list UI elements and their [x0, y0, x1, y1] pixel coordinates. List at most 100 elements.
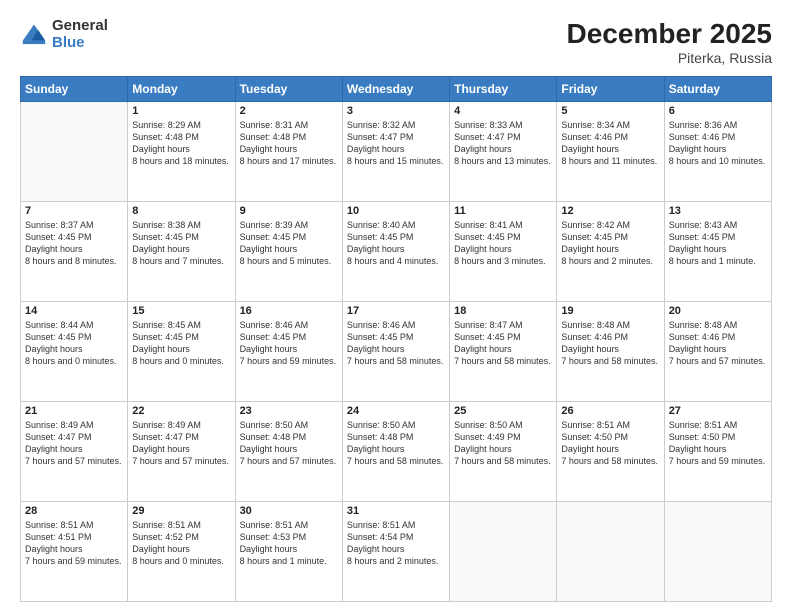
day-info: Sunrise: 8:47 AMSunset: 4:45 PMDaylight … — [454, 319, 552, 368]
day-info: Sunrise: 8:34 AMSunset: 4:46 PMDaylight … — [561, 119, 659, 168]
day-info: Sunrise: 8:51 AMSunset: 4:54 PMDaylight … — [347, 519, 445, 568]
calendar-cell: 25Sunrise: 8:50 AMSunset: 4:49 PMDayligh… — [450, 402, 557, 502]
day-info: Sunrise: 8:41 AMSunset: 4:45 PMDaylight … — [454, 219, 552, 268]
calendar-cell: 9 Sunrise: 8:39 AMSunset: 4:45 PMDaylight… — [235, 202, 342, 302]
day-info: Sunrise: 8:31 AMSunset: 4:48 PMDaylight … — [240, 119, 338, 168]
calendar-cell: 12Sunrise: 8:42 AMSunset: 4:45 PMDayligh… — [557, 202, 664, 302]
calendar-cell: 19Sunrise: 8:48 AMSunset: 4:46 PMDayligh… — [557, 302, 664, 402]
calendar-cell: 29 Sunrise: 8:51 AMSunset: 4:52 PMDayligh… — [128, 502, 235, 602]
logo-icon — [20, 21, 48, 49]
col-header-saturday: Saturday — [664, 77, 771, 102]
calendar-cell: 4 Sunrise: 8:33 AMSunset: 4:47 PMDaylight… — [450, 102, 557, 202]
calendar-cell: 26 Sunrise: 8:51 AMSunset: 4:50 PMDayligh… — [557, 402, 664, 502]
calendar-cell — [664, 502, 771, 602]
day-info: Sunrise: 8:51 AMSunset: 4:53 PMDaylight … — [240, 519, 338, 568]
col-header-tuesday: Tuesday — [235, 77, 342, 102]
logo-general: General — [52, 18, 108, 35]
day-number: 15 — [132, 305, 230, 317]
day-number: 8 — [132, 205, 230, 217]
day-number: 11 — [454, 205, 552, 217]
day-number: 10 — [347, 205, 445, 217]
day-info: Sunrise: 8:37 AMSunset: 4:45 PMDaylight … — [25, 219, 123, 268]
calendar-cell — [450, 502, 557, 602]
calendar-cell: 23 Sunrise: 8:50 AMSunset: 4:48 PMDayligh… — [235, 402, 342, 502]
col-header-friday: Friday — [557, 77, 664, 102]
day-info: Sunrise: 8:49 AMSunset: 4:47 PMDaylight … — [132, 419, 230, 468]
day-number: 23 — [240, 405, 338, 417]
day-number: 2 — [240, 105, 338, 117]
day-info: Sunrise: 8:39 AMSunset: 4:45 PMDaylight … — [240, 219, 338, 268]
day-number: 7 — [25, 205, 123, 217]
calendar-header-row: SundayMondayTuesdayWednesdayThursdayFrid… — [21, 77, 772, 102]
calendar-cell: 20 Sunrise: 8:48 AMSunset: 4:46 PMDayligh… — [664, 302, 771, 402]
day-info: Sunrise: 8:44 AMSunset: 4:45 PMDaylight … — [25, 319, 123, 368]
day-number: 31 — [347, 505, 445, 517]
calendar-cell: 11 Sunrise: 8:41 AMSunset: 4:45 PMDayligh… — [450, 202, 557, 302]
day-number: 18 — [454, 305, 552, 317]
col-header-wednesday: Wednesday — [342, 77, 449, 102]
calendar-cell: 10 Sunrise: 8:40 AMSunset: 4:45 PMDayligh… — [342, 202, 449, 302]
day-number: 27 — [669, 405, 767, 417]
day-info: Sunrise: 8:51 AMSunset: 4:52 PMDaylight … — [132, 519, 230, 568]
day-number: 26 — [561, 405, 659, 417]
calendar-week-row: 21 Sunrise: 8:49 AMSunset: 4:47 PMDayligh… — [21, 402, 772, 502]
day-number: 12 — [561, 205, 659, 217]
calendar-cell: 27 Sunrise: 8:51 AMSunset: 4:50 PMDayligh… — [664, 402, 771, 502]
calendar-cell: 30 Sunrise: 8:51 AMSunset: 4:53 PMDayligh… — [235, 502, 342, 602]
day-info: Sunrise: 8:38 AMSunset: 4:45 PMDaylight … — [132, 219, 230, 268]
day-number: 9 — [240, 205, 338, 217]
calendar-table: SundayMondayTuesdayWednesdayThursdayFrid… — [20, 76, 772, 602]
page-subtitle: Piterka, Russia — [567, 50, 772, 66]
calendar-cell: 17Sunrise: 8:46 AMSunset: 4:45 PMDayligh… — [342, 302, 449, 402]
calendar-cell: 22 Sunrise: 8:49 AMSunset: 4:47 PMDayligh… — [128, 402, 235, 502]
day-info: Sunrise: 8:50 AMSunset: 4:48 PMDaylight … — [347, 419, 445, 468]
col-header-sunday: Sunday — [21, 77, 128, 102]
day-number: 4 — [454, 105, 552, 117]
day-number: 22 — [132, 405, 230, 417]
calendar-cell — [21, 102, 128, 202]
calendar-cell — [557, 502, 664, 602]
calendar-week-row: 14 Sunrise: 8:44 AMSunset: 4:45 PMDayligh… — [21, 302, 772, 402]
calendar-cell: 14 Sunrise: 8:44 AMSunset: 4:45 PMDayligh… — [21, 302, 128, 402]
day-number: 14 — [25, 305, 123, 317]
calendar-cell: 6 Sunrise: 8:36 AMSunset: 4:46 PMDaylight… — [664, 102, 771, 202]
day-info: Sunrise: 8:33 AMSunset: 4:47 PMDaylight … — [454, 119, 552, 168]
calendar-cell: 24 Sunrise: 8:50 AMSunset: 4:48 PMDayligh… — [342, 402, 449, 502]
day-number: 21 — [25, 405, 123, 417]
calendar-week-row: 7 Sunrise: 8:37 AMSunset: 4:45 PMDaylight… — [21, 202, 772, 302]
day-info: Sunrise: 8:50 AMSunset: 4:48 PMDaylight … — [240, 419, 338, 468]
calendar-cell: 21Sunrise: 8:49 AMSunset: 4:47 PMDayligh… — [21, 402, 128, 502]
calendar-cell: 8 Sunrise: 8:38 AMSunset: 4:45 PMDaylight… — [128, 202, 235, 302]
calendar-cell: 28Sunrise: 8:51 AMSunset: 4:51 PMDayligh… — [21, 502, 128, 602]
calendar-cell: 13Sunrise: 8:43 AMSunset: 4:45 PMDayligh… — [664, 202, 771, 302]
calendar-cell: 3Sunrise: 8:32 AMSunset: 4:47 PMDaylight… — [342, 102, 449, 202]
day-number: 19 — [561, 305, 659, 317]
day-info: Sunrise: 8:29 AMSunset: 4:48 PMDaylight … — [132, 119, 230, 168]
calendar-cell: 15 Sunrise: 8:45 AMSunset: 4:45 PMDayligh… — [128, 302, 235, 402]
day-info: Sunrise: 8:51 AMSunset: 4:50 PMDaylight … — [669, 419, 767, 468]
day-info: Sunrise: 8:48 AMSunset: 4:46 PMDaylight … — [669, 319, 767, 368]
day-number: 16 — [240, 305, 338, 317]
page: General Blue December 2025 Piterka, Russ… — [0, 0, 792, 612]
col-header-thursday: Thursday — [450, 77, 557, 102]
day-info: Sunrise: 8:36 AMSunset: 4:46 PMDaylight … — [669, 119, 767, 168]
calendar-cell: 18 Sunrise: 8:47 AMSunset: 4:45 PMDayligh… — [450, 302, 557, 402]
day-number: 24 — [347, 405, 445, 417]
calendar-cell: 31 Sunrise: 8:51 AMSunset: 4:54 PMDayligh… — [342, 502, 449, 602]
header: General Blue December 2025 Piterka, Russ… — [20, 18, 772, 66]
day-number: 5 — [561, 105, 659, 117]
calendar-cell: 5 Sunrise: 8:34 AMSunset: 4:46 PMDaylight… — [557, 102, 664, 202]
day-info: Sunrise: 8:40 AMSunset: 4:45 PMDaylight … — [347, 219, 445, 268]
day-number: 6 — [669, 105, 767, 117]
calendar-week-row: 1 Sunrise: 8:29 AMSunset: 4:48 PMDaylight… — [21, 102, 772, 202]
calendar-cell: 16Sunrise: 8:46 AMSunset: 4:45 PMDayligh… — [235, 302, 342, 402]
logo-text: General Blue — [52, 18, 108, 51]
page-title: December 2025 — [567, 18, 772, 50]
day-number: 30 — [240, 505, 338, 517]
day-number: 20 — [669, 305, 767, 317]
logo: General Blue — [20, 18, 108, 51]
day-number: 1 — [132, 105, 230, 117]
day-number: 29 — [132, 505, 230, 517]
day-info: Sunrise: 8:45 AMSunset: 4:45 PMDaylight … — [132, 319, 230, 368]
day-info: Sunrise: 8:51 AMSunset: 4:50 PMDaylight … — [561, 419, 659, 468]
